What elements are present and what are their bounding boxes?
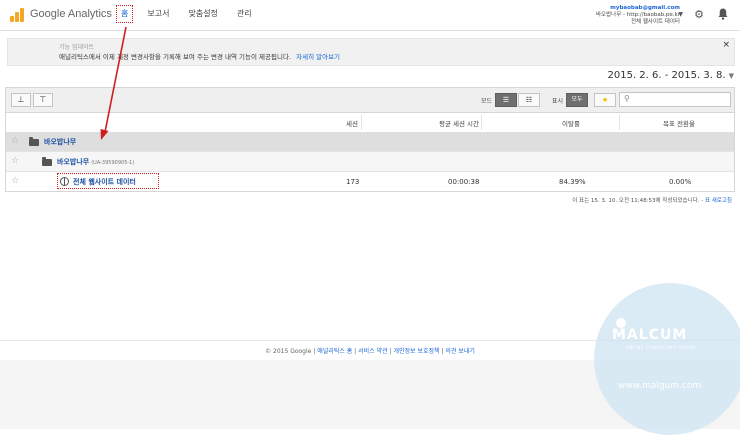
table-timestamp: 이 표는 15. 3. 10. 오전 11:48:53에 작성되었습니다. - … <box>572 196 732 204</box>
watermark-circle <box>594 283 740 435</box>
footer-link-privacy[interactable]: 개인정보 보호정책 <box>393 348 439 355</box>
watermark-tagline: ONLINE CONSULTING GROUP <box>626 345 696 350</box>
refresh-table-link[interactable]: 표 새로고침 <box>705 198 732 204</box>
watermark-url: www.malgum.com <box>618 381 702 391</box>
footer-link-feedback[interactable]: 의견 보내기 <box>445 348 475 355</box>
footer-link-terms[interactable]: 서비스 약관 <box>358 348 388 355</box>
timestamp-text: 이 표는 15. 3. 10. 오전 11:48:53에 작성되었습니다. - <box>572 198 704 204</box>
copyright: © 2015 Google <box>265 348 312 355</box>
footer-link-analytics-home[interactable]: 애널리틱스 홈 <box>317 348 352 355</box>
watermark-brand: MALCUM <box>612 327 688 343</box>
